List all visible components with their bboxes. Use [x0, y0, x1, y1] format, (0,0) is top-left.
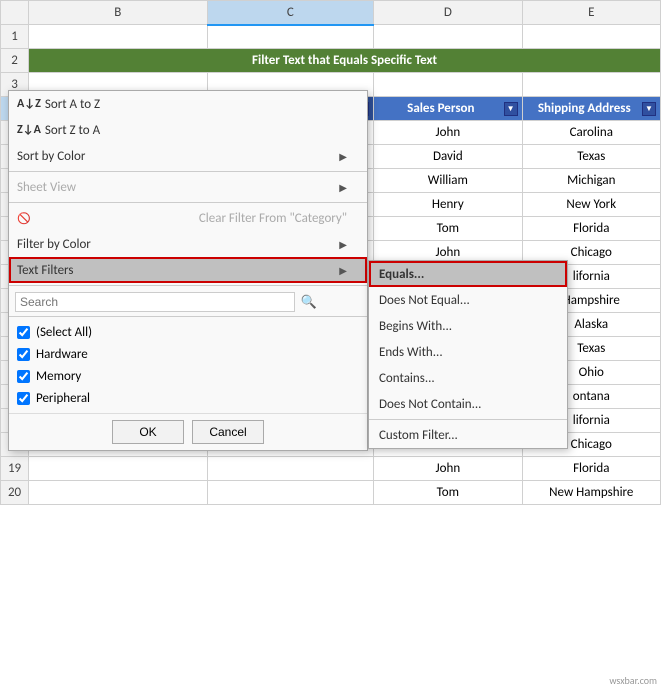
filter-color-item[interactable]: Filter by Color ▶ [9, 231, 367, 257]
cancel-button[interactable]: Cancel [192, 420, 264, 444]
cell-b1 [29, 25, 208, 49]
checkbox-hardware-label: Hardware [36, 347, 88, 362]
row-num-2: 2 [1, 49, 29, 73]
dropdown-main-menu: A↓Z Sort A to Z Z↓A Sort Z to A Sort by … [8, 90, 368, 451]
checkbox-peripheral-input[interactable] [17, 392, 30, 405]
checkbox-memory-input[interactable] [17, 370, 30, 383]
btn-row: OK Cancel [9, 413, 367, 450]
text-filters-arrow: ▶ [339, 264, 347, 277]
checkbox-hardware[interactable]: Hardware [17, 343, 359, 365]
custom-filter-item[interactable]: Custom Filter... [369, 422, 567, 448]
cell-d1 [374, 25, 522, 49]
does-not-contain-item[interactable]: Does Not Contain... [369, 391, 567, 417]
does-not-contain-label: Does Not Contain... [379, 397, 481, 412]
does-not-equal-item[interactable]: Does Not Equal... [369, 287, 567, 313]
clear-filter-label: Clear Filter From "Category" [199, 211, 347, 226]
ok-button[interactable]: OK [112, 420, 184, 444]
cell-c1 [207, 25, 374, 49]
cell-d19: John [374, 457, 522, 481]
checkbox-peripheral[interactable]: Peripheral [17, 387, 359, 409]
sheet-view-item[interactable]: Sheet View ▶ [9, 174, 367, 200]
sort-color-label: Sort by Color [17, 149, 85, 164]
sort-az-label: Sort A to Z [45, 97, 100, 112]
checkbox-select-all-label: (Select All) [36, 325, 92, 340]
cell-e1 [522, 25, 660, 49]
clear-filter-icon: 🚫 [17, 212, 31, 225]
checkbox-memory[interactable]: Memory [17, 365, 359, 387]
equals-item[interactable]: Equals... [369, 261, 567, 287]
sep-1 [9, 171, 367, 172]
col-header-d: D [374, 1, 522, 25]
contains-label: Contains... [379, 371, 435, 386]
sort-az-icon: A↓Z [17, 97, 41, 111]
checkbox-peripheral-label: Peripheral [36, 391, 90, 406]
col-header-c: C [207, 1, 374, 25]
does-not-equal-label: Does Not Equal... [379, 293, 470, 308]
custom-filter-label: Custom Filter... [379, 428, 458, 443]
sheet-view-arrow: ▶ [339, 181, 347, 194]
begins-with-label: Begins With... [379, 319, 452, 334]
sort-color-item[interactable]: Sort by Color ▶ [9, 143, 367, 169]
filter-color-arrow: ▶ [339, 238, 347, 251]
cell-e20: New Hampshire [522, 481, 660, 505]
col-header-e: E [522, 1, 660, 25]
sep-3 [9, 285, 367, 286]
corner-cell [1, 1, 29, 25]
filter-dropdown: A↓Z Sort A to Z Z↓A Sort Z to A Sort by … [8, 90, 568, 451]
sort-za-label: Sort Z to A [45, 123, 100, 138]
ends-with-item[interactable]: Ends With... [369, 339, 567, 365]
checkbox-list: (Select All) Hardware Memory Peripheral [9, 317, 367, 413]
clear-filter-item[interactable]: 🚫 Clear Filter From "Category" [9, 205, 367, 231]
sort-za-icon: Z↓A [17, 123, 41, 137]
checkbox-select-all[interactable]: (Select All) [17, 321, 359, 343]
search-input[interactable] [15, 292, 295, 312]
cell-b20 [29, 481, 208, 505]
cell-b19 [29, 457, 208, 481]
sort-az-item[interactable]: A↓Z Sort A to Z [9, 91, 367, 117]
ends-with-label: Ends With... [379, 345, 443, 360]
checkbox-memory-label: Memory [36, 369, 81, 384]
title-cell: Filter Text that Equals Specific Text [29, 49, 661, 73]
cell-c19 [207, 457, 374, 481]
cell-c20 [207, 481, 374, 505]
address-filter-arrow[interactable]: ▼ [642, 102, 656, 116]
text-filters-item[interactable]: Text Filters ▶ [9, 257, 367, 283]
sort-color-arrow: ▶ [339, 150, 347, 163]
equals-label: Equals... [379, 267, 424, 282]
begins-with-item[interactable]: Begins With... [369, 313, 567, 339]
sheet-view-label: Sheet View [17, 180, 76, 195]
cell-e19: Florida [522, 457, 660, 481]
text-filters-label: Text Filters [17, 263, 73, 278]
filter-color-label: Filter by Color [17, 237, 91, 252]
submenu-sep [369, 419, 567, 420]
search-box: 🔍 [9, 288, 367, 317]
sep-2 [9, 202, 367, 203]
watermark: wsxbar.com [609, 674, 657, 687]
row-num-20: 20 [1, 481, 29, 505]
text-filters-submenu: Equals... Does Not Equal... Begins With.… [368, 260, 568, 449]
checkbox-select-all-input[interactable] [17, 326, 30, 339]
search-icon: 🔍 [299, 292, 319, 312]
checkbox-hardware-input[interactable] [17, 348, 30, 361]
row-num-19: 19 [1, 457, 29, 481]
contains-item[interactable]: Contains... [369, 365, 567, 391]
sort-za-item[interactable]: Z↓A Sort Z to A [9, 117, 367, 143]
cell-d20: Tom [374, 481, 522, 505]
col-header-b: B [29, 1, 208, 25]
row-num-1: 1 [1, 25, 29, 49]
